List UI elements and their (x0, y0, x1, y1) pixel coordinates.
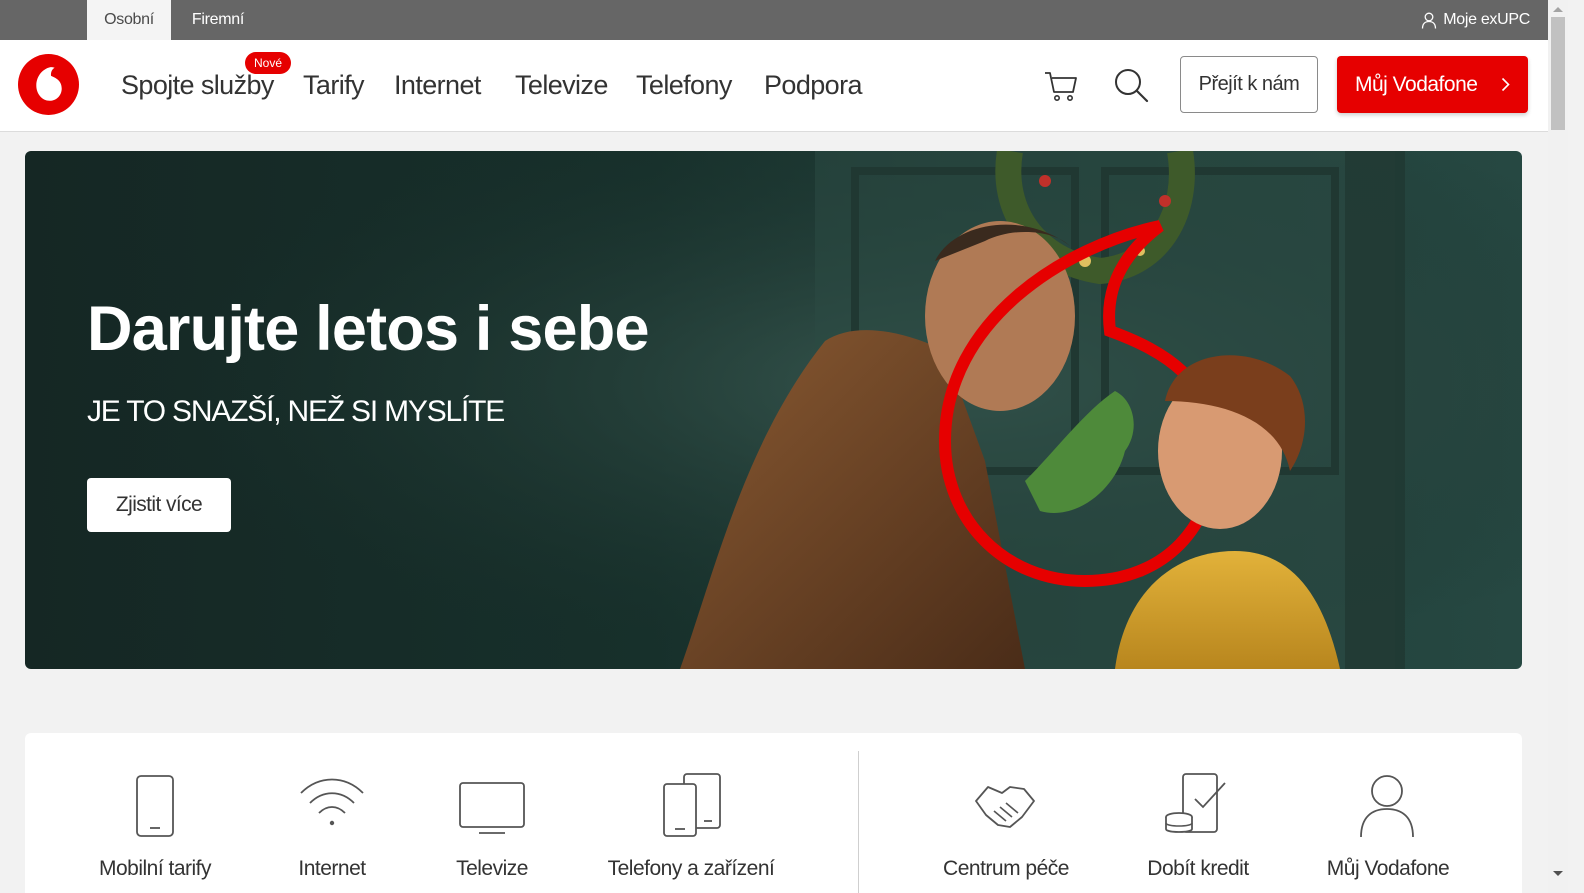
nav-connect-services[interactable]: Spojte služby (121, 70, 274, 101)
nav-support[interactable]: Podpora (764, 70, 862, 101)
new-badge: Nové (245, 52, 291, 74)
quick-link-my-vodafone[interactable] (1358, 771, 1416, 839)
nav-phones[interactable]: Telefony (636, 70, 732, 101)
quick-link-label[interactable]: Můj Vodafone (1268, 857, 1508, 881)
quick-link-care-center[interactable] (972, 771, 1038, 839)
my-vodafone-button-label: Můj Vodafone (1355, 73, 1478, 96)
hero-title: Darujte letos i sebe (87, 294, 650, 364)
page-scrollbar[interactable] (1548, 0, 1568, 893)
user-icon (1422, 12, 1437, 29)
nav-tariffs[interactable]: Tarify (303, 70, 365, 101)
contact-us-button[interactable]: Přejít k nám (1180, 56, 1318, 113)
quick-link-mobile-tariffs[interactable] (135, 771, 175, 839)
window-edge (1568, 0, 1584, 893)
hero-subtitle: JE TO SNAZŠÍ, NEŽ SI MYSLÍTE (87, 395, 505, 428)
scroll-up-arrow-icon[interactable] (1552, 5, 1564, 13)
quick-link-television[interactable] (459, 771, 525, 839)
my-vodafone-button[interactable]: Můj Vodafone (1337, 56, 1528, 113)
smartphone-icon (136, 775, 174, 837)
main-header: Spojte služby Nové Tarify Internet Telev… (0, 40, 1548, 132)
nav-internet[interactable]: Internet (394, 70, 481, 101)
scroll-down-arrow-icon[interactable] (1552, 870, 1564, 878)
quick-links-divider (858, 751, 859, 893)
wifi-icon (300, 778, 364, 826)
quick-link-phones-devices[interactable] (662, 771, 722, 839)
quick-link-top-up[interactable] (1163, 771, 1229, 839)
tv-icon (459, 782, 525, 834)
search-icon[interactable] (1113, 67, 1149, 103)
scrollbar-thumb[interactable] (1551, 17, 1565, 130)
vodafone-logo[interactable] (18, 54, 79, 115)
learn-more-button[interactable]: Zjistit více (87, 478, 231, 532)
quick-links-panel: Mobilní tarify Internet Televize Telefon… (25, 733, 1522, 893)
hero-banner: Darujte letos i sebe JE TO SNAZŠÍ, NEŽ S… (25, 151, 1522, 669)
account-link-exupc[interactable]: Moje exUPC (1421, 0, 1530, 40)
quick-link-internet[interactable] (299, 771, 365, 839)
chevron-right-icon (1501, 77, 1510, 92)
tab-personal[interactable]: Osobní (87, 0, 171, 40)
nav-television[interactable]: Televize (515, 70, 608, 101)
account-link-label: Moje exUPC (1443, 11, 1530, 28)
handshake-icon (975, 786, 1035, 828)
cart-icon[interactable] (1043, 67, 1079, 103)
quick-link-label[interactable]: Telefony a zařízení (571, 857, 811, 881)
devices-icon (663, 773, 721, 837)
tab-business[interactable]: Firemní (171, 0, 265, 40)
top-bar: Osobní Firemní Moje exUPC (0, 0, 1548, 40)
top-up-icon (1165, 773, 1226, 833)
user-icon (1360, 775, 1414, 838)
